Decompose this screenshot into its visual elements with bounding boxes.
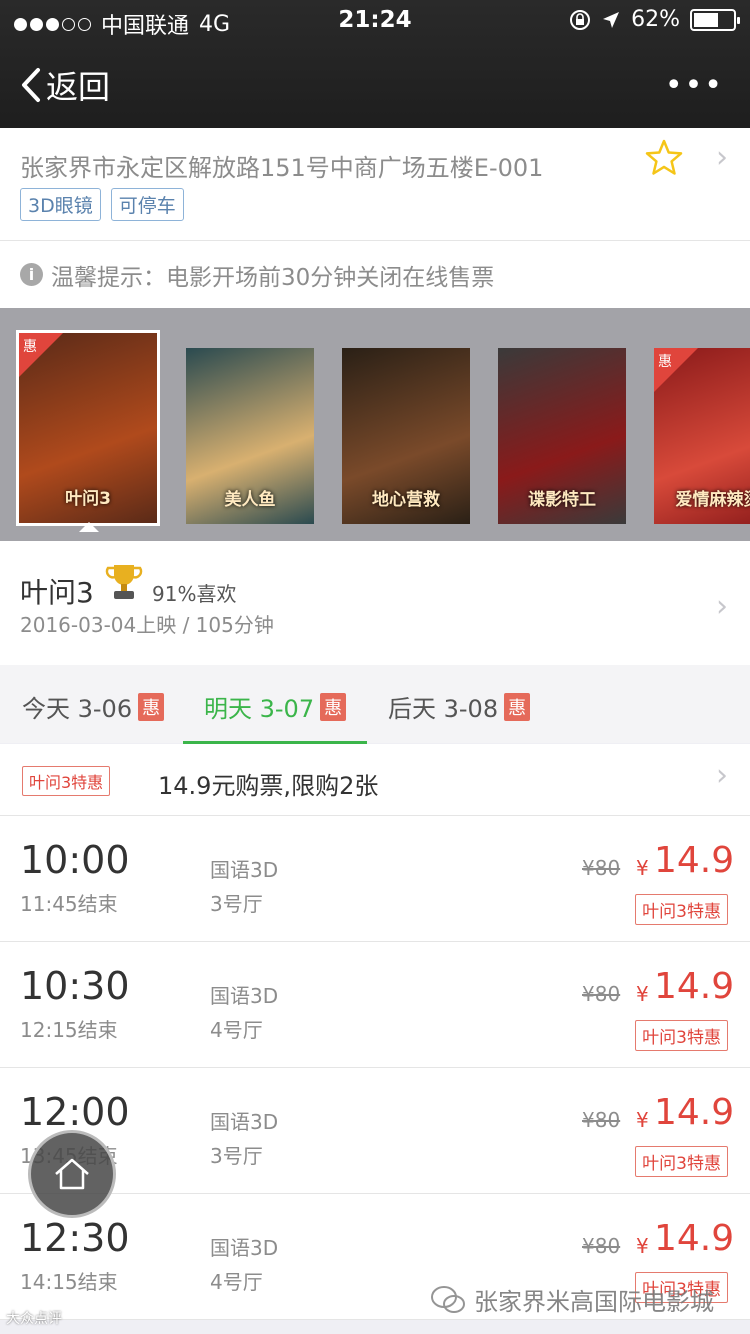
session-end: 14:15结束 xyxy=(20,1270,118,1294)
currency-symbol: ¥ xyxy=(636,856,649,880)
wechat-watermark: 张家界米高国际电影城 xyxy=(430,1282,714,1317)
sale-price: 14.9 xyxy=(654,1218,735,1259)
back-button[interactable]: 返回 xyxy=(20,62,110,108)
favorite-star-icon[interactable] xyxy=(644,138,684,178)
movie-poster[interactable]: 地心营救 xyxy=(342,348,470,524)
movie-poster[interactable]: 爱情麻辣烫 惠 xyxy=(654,348,750,524)
discount-badge: 惠 xyxy=(138,692,165,721)
tab-today-label: 今天 3-06 xyxy=(22,695,133,723)
original-price: ¥80 xyxy=(582,982,621,1006)
session-language: 国语3D xyxy=(210,1110,279,1134)
session-start: 10:30 xyxy=(20,964,130,1008)
sale-price: 14.9 xyxy=(654,966,735,1007)
session-row[interactable]: 10:00 11:45结束 国语3D 3号厅 ¥80 ¥ 14.9 叶问3特惠 xyxy=(0,816,750,942)
discount-corner-label: 惠 xyxy=(23,339,37,355)
movie-meta: 2016-03-04上映 / 105分钟 xyxy=(20,613,274,637)
rotation-lock-icon xyxy=(570,9,591,30)
like-rate: 91%喜欢 xyxy=(152,582,237,606)
currency-symbol: ¥ xyxy=(636,1108,649,1132)
cinema-info[interactable]: 张家界市永定区解放路151号中商广场五楼E-001 3D眼镜 可停车 xyxy=(0,128,750,240)
battery-icon xyxy=(690,8,740,31)
facility-tags: 3D眼镜 可停车 xyxy=(20,188,184,221)
tab-today[interactable]: 今天 3-06 惠 xyxy=(22,689,165,724)
session-language: 国语3D xyxy=(210,1236,279,1260)
date-tabs: 今天 3-06 惠 明天 3-07 惠 后天 3-08 惠 xyxy=(0,665,750,743)
poster-title: 爱情麻辣烫 xyxy=(675,490,750,510)
session-hall: 4号厅 xyxy=(210,1270,263,1294)
more-button[interactable]: ••• xyxy=(665,68,724,103)
session-promo-tag: 叶问3特惠 xyxy=(635,1146,728,1177)
wechat-icon xyxy=(431,1285,465,1313)
original-price: ¥80 xyxy=(582,1234,621,1258)
movie-title: 叶问3 xyxy=(20,576,94,609)
discount-badge: 惠 xyxy=(320,692,347,721)
movie-poster[interactable]: 叶问3 惠 xyxy=(16,330,160,526)
home-icon xyxy=(55,1158,89,1190)
poster-title: 叶问3 xyxy=(65,489,111,509)
poster-title: 地心营救 xyxy=(372,490,440,510)
cinema-address: 张家界市永定区解放路151号中商广场五楼E-001 xyxy=(20,154,544,182)
discount-badge: 惠 xyxy=(504,692,531,721)
assistive-home-button[interactable] xyxy=(28,1130,116,1218)
session-hall: 3号厅 xyxy=(210,1144,263,1168)
tab-tomorrow-label: 明天 3-07 xyxy=(204,695,315,723)
top-bar: 中国联通 4G 21:24 62% 返回 ••• xyxy=(0,0,750,128)
currency-symbol: ¥ xyxy=(636,982,649,1006)
session-hall: 3号厅 xyxy=(210,892,263,916)
chevron-right-icon: › xyxy=(716,140,728,175)
session-end: 11:45结束 xyxy=(20,892,118,916)
poster-carousel[interactable]: 叶问3 惠美人鱼 地心营救 谍影特工 爱情麻辣烫 惠 xyxy=(0,308,750,541)
session-start: 12:00 xyxy=(20,1090,130,1134)
sale-price: 14.9 xyxy=(654,1092,735,1133)
session-language: 国语3D xyxy=(210,858,279,882)
tab-day-after[interactable]: 后天 3-08 惠 xyxy=(388,689,531,724)
tag-3d-glasses: 3D眼镜 xyxy=(20,188,101,221)
watermark-text: 张家界米高国际电影城 xyxy=(474,1288,714,1316)
selected-poster-pointer xyxy=(79,522,99,532)
sale-price: 14.9 xyxy=(654,840,735,881)
tab-tomorrow[interactable]: 明天 3-07 惠 xyxy=(204,689,347,724)
movie-info[interactable]: 叶问3 91%喜欢 2016-03-04上映 / 105分钟 › xyxy=(0,541,750,665)
chevron-right-icon: › xyxy=(716,589,728,624)
original-price: ¥80 xyxy=(582,856,621,880)
original-price: ¥80 xyxy=(582,1108,621,1132)
movie-poster[interactable]: 谍影特工 xyxy=(498,348,626,524)
promo-text: 14.9元购票,限购2张 xyxy=(158,772,379,800)
status-bar: 中国联通 4G 21:24 62% xyxy=(0,0,750,40)
promo-row[interactable]: 叶问3特惠 14.9元购票,限购2张 › xyxy=(0,744,750,816)
location-arrow-icon xyxy=(603,11,620,28)
session-start: 12:30 xyxy=(20,1216,130,1260)
session-list: 10:00 11:45结束 国语3D 3号厅 ¥80 ¥ 14.9 叶问3特惠 … xyxy=(0,816,750,1320)
session-promo-tag: 叶问3特惠 xyxy=(635,894,728,925)
tab-day-after-label: 后天 3-08 xyxy=(388,695,499,723)
promo-tag: 叶问3特惠 xyxy=(22,766,111,796)
currency-symbol: ¥ xyxy=(636,1234,649,1258)
chevron-left-icon xyxy=(22,68,40,102)
battery-percent: 62% xyxy=(631,7,680,32)
session-hall: 4号厅 xyxy=(210,1018,263,1042)
tag-parking: 可停车 xyxy=(110,188,184,221)
poster-title: 谍影特工 xyxy=(528,490,596,510)
session-language: 国语3D xyxy=(210,984,279,1008)
session-promo-tag: 叶问3特惠 xyxy=(635,1020,728,1051)
info-icon: i xyxy=(20,263,43,286)
nav-bar: 返回 ••• xyxy=(0,40,750,128)
notice-text: 温馨提示：电影开场前30分钟关闭在线售票 xyxy=(51,264,495,291)
movie-poster[interactable]: 美人鱼 xyxy=(186,348,314,524)
back-label: 返回 xyxy=(46,68,111,106)
session-start: 10:00 xyxy=(20,838,130,882)
poster-title: 美人鱼 xyxy=(224,490,276,510)
session-end: 12:15结束 xyxy=(20,1018,118,1042)
trophy-icon xyxy=(105,565,143,599)
source-watermark: 大众点评 xyxy=(6,1311,62,1327)
session-row[interactable]: 10:30 12:15结束 国语3D 4号厅 ¥80 ¥ 14.9 叶问3特惠 xyxy=(0,942,750,1068)
notice-bar: i 温馨提示：电影开场前30分钟关闭在线售票 xyxy=(0,240,750,308)
chevron-right-icon: › xyxy=(716,758,728,793)
discount-corner-label: 惠 xyxy=(658,354,672,370)
